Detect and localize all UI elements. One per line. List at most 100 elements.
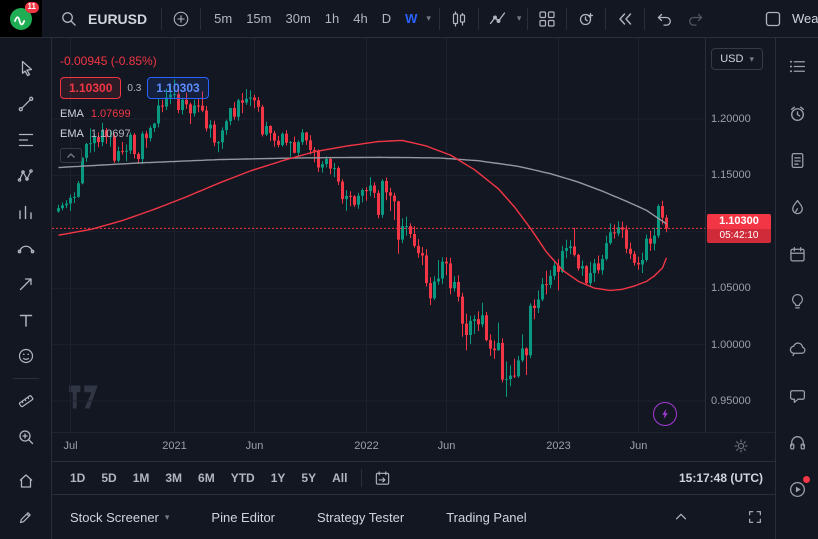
alerts-button[interactable] [777,90,817,137]
range-5y[interactable]: 5Y [295,468,322,488]
price-tick-label: 1.05000 [711,281,751,295]
range-6m[interactable]: 6M [192,468,221,488]
toolbar-separator [161,8,162,30]
tab-pine-editor[interactable]: Pine Editor [211,510,275,525]
indicators-button[interactable] [485,6,511,32]
home-icon [17,472,35,490]
time-axis[interactable]: Jul2021Jun2022Jun2023Jun [52,432,775,461]
curve-icon [17,239,35,257]
forecast-tool-button[interactable] [8,194,44,230]
panel-maximize-button[interactable] [743,505,767,529]
headset-icon [788,433,807,452]
undo-button[interactable] [651,6,677,32]
layout-grid-button[interactable] [534,6,560,32]
bar-replay-button[interactable] [612,6,638,32]
drawing-toolbar [0,38,52,539]
fib-tool-button[interactable] [8,122,44,158]
zoom-tool-button[interactable] [8,419,44,455]
home-button[interactable] [8,463,44,499]
timeframe-menu-chevron-icon[interactable]: ▾ [426,14,431,23]
range-1d[interactable]: 1D [64,468,91,488]
chat-rooms-button[interactable] [777,325,817,372]
pencil-icon [17,508,35,526]
indicators-chevron-icon[interactable]: ▾ [517,14,522,23]
compare-add-button[interactable] [168,6,194,32]
watchlist-button[interactable] [777,43,817,90]
right-sidebar [775,38,818,539]
forecast-icon [17,203,35,221]
journal-button[interactable] [777,137,817,184]
indicator-legend-row[interactable]: EMA 1.10697 [60,128,209,140]
tab-trading-panel[interactable]: Trading Panel [446,510,526,525]
currency-chevron-icon: ▾ [749,55,754,64]
timeframe-15m[interactable]: 15m [241,8,276,29]
trend-line-tool-button[interactable] [8,86,44,122]
replay-icon [616,10,634,28]
edit-drawing-button[interactable] [8,499,44,535]
save-layout-button[interactable] [760,6,786,32]
redo-icon [687,10,705,28]
range-all[interactable]: All [326,468,353,488]
indicator-legend-row[interactable]: EMA 1.07699 [60,108,209,120]
account-label[interactable]: Wea [792,11,818,26]
gear-icon [733,438,749,454]
range-ytd[interactable]: YTD [225,468,261,488]
layout-grid-icon [538,10,556,28]
panel-expand-button[interactable] [669,505,693,529]
time-axis-label: Jul [63,440,77,452]
lightning-button[interactable] [653,402,677,426]
toolbar-divider [361,469,362,487]
tab-strategy-tester[interactable]: Strategy Tester [317,510,404,525]
smiley-icon [17,347,35,365]
legend-collapse-button[interactable] [60,148,82,163]
buy-button[interactable]: 1.10303 [147,77,208,99]
sell-button[interactable]: 1.10300 [60,77,121,99]
text-tool-button[interactable] [8,302,44,338]
timeframe-4h[interactable]: 4h [348,8,372,29]
time-axis-label: Jun [246,440,264,452]
currency-dropdown[interactable]: USD ▾ [711,48,763,70]
ideas-button[interactable] [777,278,817,325]
support-button[interactable] [777,419,817,466]
price-tick-label: 1.20000 [711,112,751,126]
chart-legend: -0.00945 (-0.85%) 1.10300 0.3 1.10303 EM… [60,54,209,163]
redo-button[interactable] [683,6,709,32]
candles-icon [450,10,468,28]
range-1y[interactable]: 1Y [265,468,292,488]
hotlists-button[interactable] [777,184,817,231]
chat-bubble-icon [788,386,807,405]
create-alert-button[interactable] [573,6,599,32]
range-5d[interactable]: 5D [95,468,122,488]
cursor-tool-button[interactable] [8,50,44,86]
measure-tool-button[interactable] [8,383,44,419]
zoom-in-icon [17,428,35,446]
lightning-icon [658,407,672,421]
goto-date-button[interactable] [370,466,395,491]
chart-settings-button[interactable] [733,438,749,454]
notebook-icon [788,151,807,170]
timeframe-1h[interactable]: 1h [320,8,344,29]
range-1m[interactable]: 1M [127,468,156,488]
chart-style-button[interactable] [446,6,472,32]
timeframe-d[interactable]: D [377,8,396,29]
range-3m[interactable]: 3M [159,468,188,488]
arrow-marker-tool-button[interactable] [8,266,44,302]
maximize-icon [747,509,763,525]
clock-label[interactable]: 15:17:48 (UTC) [679,471,763,485]
timeframe-5m[interactable]: 5m [209,8,237,29]
timeframe-30m[interactable]: 30m [280,8,315,29]
curve-tool-button[interactable] [8,230,44,266]
pattern-tool-button[interactable] [8,158,44,194]
chevron-up-icon [66,152,76,160]
currency-label: USD [720,53,743,65]
emoji-tool-button[interactable] [8,338,44,374]
timeframe-w[interactable]: W [400,8,422,29]
xabcd-pattern-icon [17,167,35,185]
symbol-search[interactable]: EURUSD [48,6,155,31]
chart-pane[interactable]: 1.200001.150001.100001.050001.000000.950… [52,38,775,432]
app-logo[interactable]: 11 [0,0,42,37]
tab-stock-screener[interactable]: Stock Screener ▾ [70,510,169,525]
calendar-button[interactable] [777,231,817,278]
streams-button[interactable] [777,466,817,513]
private-chat-button[interactable] [777,372,817,419]
